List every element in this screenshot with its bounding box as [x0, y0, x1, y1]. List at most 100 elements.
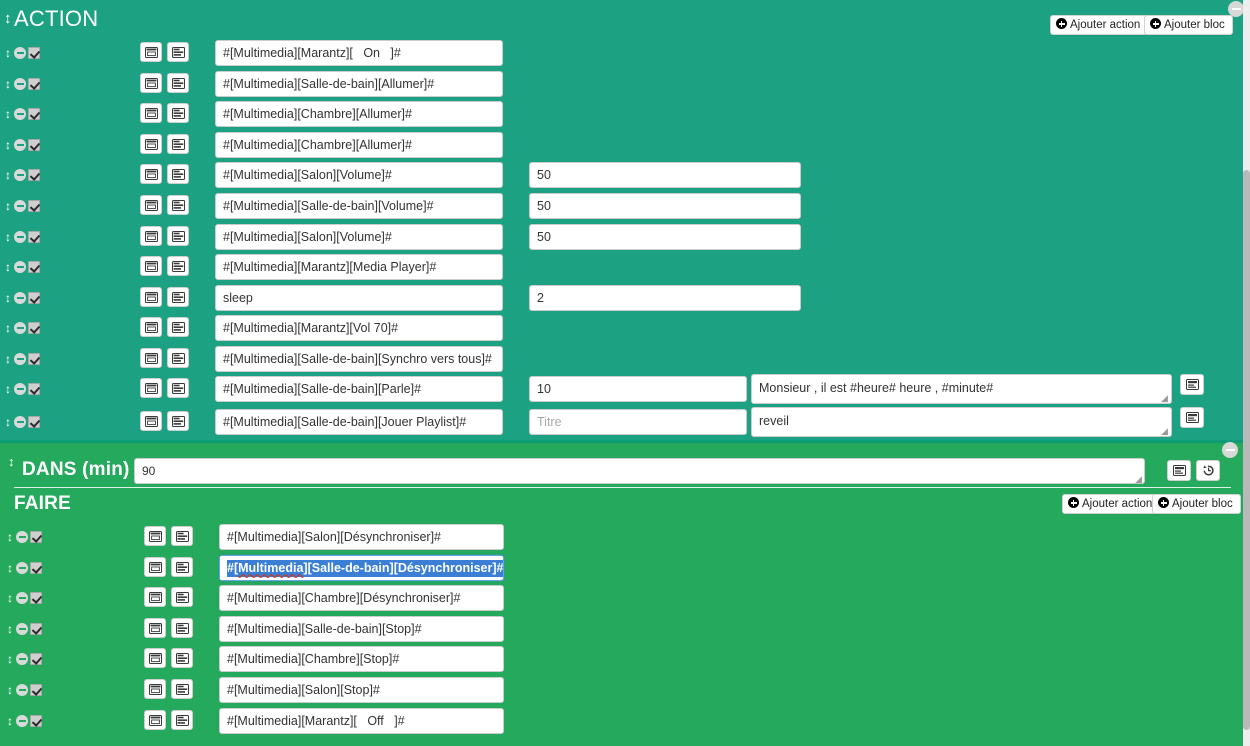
enabled-checkbox[interactable] — [28, 383, 40, 395]
remove-row-icon[interactable] — [14, 416, 26, 428]
remove-row-icon[interactable] — [16, 715, 28, 727]
remove-row-icon[interactable] — [16, 531, 28, 543]
row-options-button[interactable] — [167, 103, 189, 123]
move-handle-icon[interactable]: ↕ — [6, 531, 14, 543]
row-options-button[interactable] — [167, 348, 189, 368]
remove-row-icon[interactable] — [14, 169, 26, 181]
enabled-checkbox[interactable] — [30, 531, 42, 543]
row-options-button[interactable] — [171, 618, 193, 638]
move-handle-icon[interactable]: ↕ — [4, 353, 12, 365]
enabled-checkbox[interactable] — [28, 261, 40, 273]
command-input[interactable]: #[Multimedia][Salle-de-bain][Désynchroni… — [219, 555, 504, 581]
value-input[interactable]: 50 — [529, 224, 801, 250]
row-options-button[interactable] — [171, 679, 193, 699]
message-editor-button[interactable] — [1180, 407, 1204, 428]
value-input[interactable]: Titre — [529, 409, 747, 435]
row-options-button[interactable] — [167, 226, 189, 246]
history-button[interactable] — [1196, 460, 1220, 481]
command-input[interactable]: #[Multimedia][Chambre][Désynchroniser]# — [219, 585, 504, 611]
enabled-checkbox[interactable] — [30, 684, 42, 696]
move-handle-icon[interactable]: ↕ — [4, 322, 12, 334]
command-input[interactable]: #[Multimedia][Salle-de-bain][Stop]# — [219, 616, 504, 642]
enabled-checkbox[interactable] — [30, 562, 42, 574]
move-handle-icon[interactable]: ↕ — [6, 592, 14, 604]
expression-editor-button[interactable] — [144, 526, 166, 546]
expression-editor-button[interactable] — [144, 618, 166, 638]
expression-editor-button[interactable] — [144, 587, 166, 607]
enabled-checkbox[interactable] — [28, 47, 40, 59]
row-options-button[interactable] — [167, 256, 189, 276]
expression-editor-button[interactable] — [140, 73, 162, 93]
expression-editor-button[interactable] — [144, 679, 166, 699]
command-input[interactable]: #[Multimedia][Salle-de-bain][Parle]# — [215, 376, 503, 402]
command-input[interactable]: #[Multimedia][Salon][Stop]# — [219, 677, 504, 703]
expression-editor-button[interactable] — [144, 648, 166, 668]
remove-row-icon[interactable] — [14, 139, 26, 151]
move-handle-icon[interactable]: ↕ — [4, 108, 12, 120]
command-input[interactable]: #[Multimedia][Salle-de-bain][Jouer Playl… — [215, 409, 503, 435]
enabled-checkbox[interactable] — [28, 292, 40, 304]
row-options-button[interactable] — [167, 195, 189, 215]
enabled-checkbox[interactable] — [28, 108, 40, 120]
row-options-button[interactable] — [171, 648, 193, 668]
remove-row-icon[interactable] — [14, 292, 26, 304]
expression-editor-button[interactable] — [140, 195, 162, 215]
move-handle-icon[interactable]: ↕ — [4, 169, 12, 181]
resize-grip-icon[interactable]: ◢ — [1135, 475, 1142, 484]
expression-editor-button[interactable] — [140, 134, 162, 154]
row-options-button[interactable] — [167, 411, 189, 431]
move-handle-icon[interactable]: ↕ — [6, 653, 14, 665]
command-input[interactable]: #[Multimedia][Chambre][Stop]# — [219, 646, 504, 672]
action-block-drag-handle[interactable]: ↕ — [4, 11, 12, 26]
expression-editor-button[interactable] — [140, 348, 162, 368]
then-block-drag-handle[interactable]: ↕ — [8, 455, 15, 468]
move-handle-icon[interactable]: ↕ — [4, 261, 12, 273]
command-input[interactable]: #[Multimedia][Salle-de-bain][Allumer]# — [215, 71, 503, 97]
page-scrollbar-thumb[interactable] — [1243, 170, 1250, 730]
value-input[interactable]: 50 — [529, 162, 801, 188]
command-input[interactable]: sleep — [215, 285, 503, 311]
command-input[interactable]: #[Multimedia][Marantz][Media Player]# — [215, 254, 503, 280]
remove-row-icon[interactable] — [14, 231, 26, 243]
move-handle-icon[interactable]: ↕ — [4, 200, 12, 212]
row-options-button[interactable] — [167, 317, 189, 337]
enabled-checkbox[interactable] — [30, 592, 42, 604]
expression-editor-button[interactable] — [140, 411, 162, 431]
row-options-button[interactable] — [167, 73, 189, 93]
move-handle-icon[interactable]: ↕ — [4, 139, 12, 151]
message-textarea[interactable]: Monsieur , il est #heure# heure , #minut… — [751, 374, 1172, 404]
expression-editor-button[interactable] — [140, 42, 162, 62]
expression-editor-button[interactable] — [140, 256, 162, 276]
row-options-button[interactable] — [167, 42, 189, 62]
add-bloc-button-top[interactable]: Ajouter bloc — [1144, 15, 1233, 35]
row-options-button[interactable] — [171, 526, 193, 546]
dans-minutes-input[interactable]: 90 ◢ — [134, 458, 1145, 484]
move-handle-icon[interactable]: ↕ — [4, 78, 12, 90]
remove-row-icon[interactable] — [16, 562, 28, 574]
expression-editor-button[interactable] — [140, 378, 162, 398]
page-scrollbar-track[interactable] — [1243, 0, 1250, 746]
expression-editor-button[interactable] — [144, 557, 166, 577]
remove-row-icon[interactable] — [14, 200, 26, 212]
move-handle-icon[interactable]: ↕ — [6, 562, 14, 574]
move-handle-icon[interactable]: ↕ — [4, 292, 12, 304]
value-input[interactable]: 50 — [529, 193, 801, 219]
enabled-checkbox[interactable] — [28, 416, 40, 428]
add-action-button-top[interactable]: Ajouter action — [1050, 15, 1149, 35]
remove-row-icon[interactable] — [14, 108, 26, 120]
then-block-collapse-button[interactable] — [1222, 442, 1238, 458]
move-handle-icon[interactable]: ↕ — [4, 383, 12, 395]
command-input[interactable]: #[Multimedia][Marantz][ On ]# — [215, 40, 503, 66]
command-input[interactable]: #[Multimedia][Salle-de-bain][Synchro ver… — [215, 346, 503, 372]
resize-grip-icon[interactable]: ◢ — [1161, 427, 1169, 436]
move-handle-icon[interactable]: ↕ — [4, 47, 12, 59]
add-bloc-button-faire[interactable]: Ajouter bloc — [1152, 494, 1241, 514]
move-handle-icon[interactable]: ↕ — [4, 231, 12, 243]
enabled-checkbox[interactable] — [28, 78, 40, 90]
row-options-button[interactable] — [171, 557, 193, 577]
row-options-button[interactable] — [167, 164, 189, 184]
remove-row-icon[interactable] — [14, 78, 26, 90]
value-input[interactable]: 2 — [529, 285, 801, 311]
message-textarea[interactable]: reveil ◢ — [751, 407, 1172, 437]
remove-row-icon[interactable] — [16, 623, 28, 635]
